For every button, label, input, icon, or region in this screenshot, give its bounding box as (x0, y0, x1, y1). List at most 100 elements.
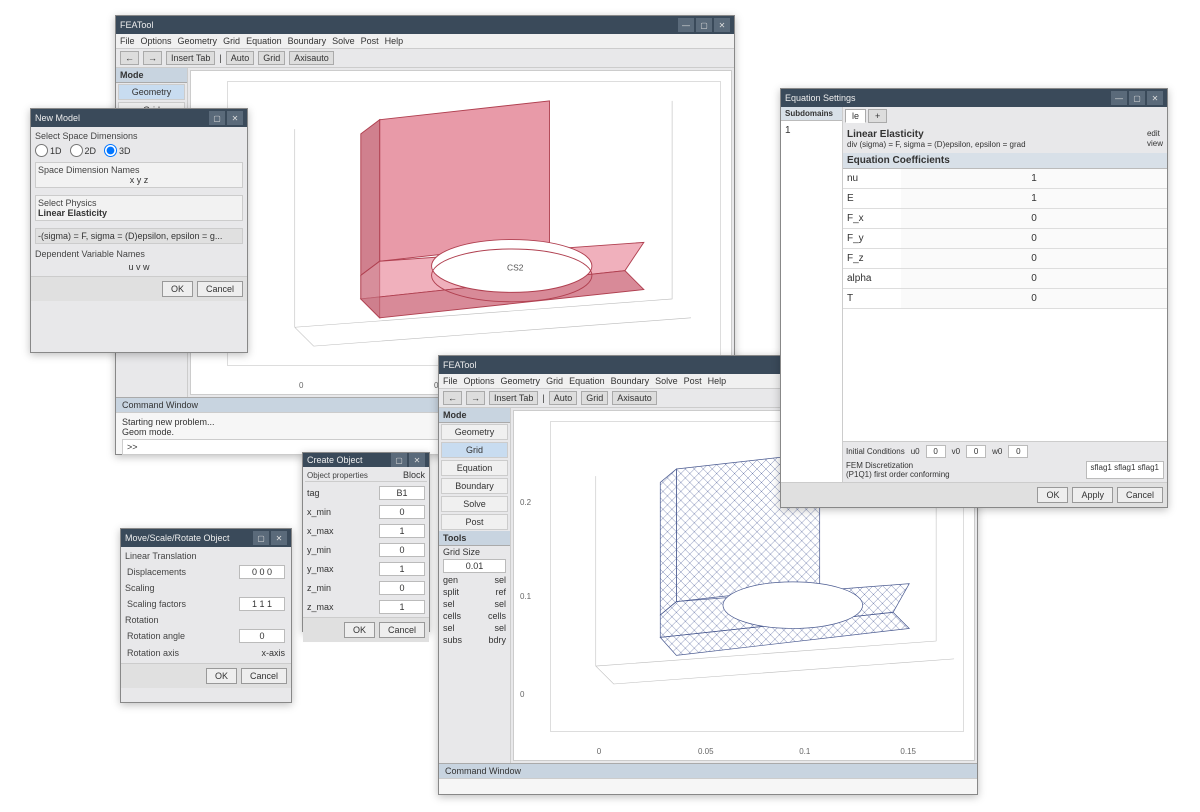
view-link[interactable]: view (1147, 139, 1163, 148)
close-icon[interactable]: ✕ (714, 18, 730, 32)
subdomain-item[interactable]: 1 (781, 121, 842, 496)
grid-button[interactable]: Grid (258, 51, 285, 65)
close-icon[interactable]: ✕ (1147, 91, 1163, 105)
axisauto-button[interactable]: Axisauto (612, 391, 657, 405)
row-input[interactable]: 1 (379, 600, 425, 614)
mode-equation[interactable]: Equation (441, 460, 508, 476)
ok-button[interactable]: OK (162, 281, 193, 297)
init-w0-input[interactable]: 0 (1008, 445, 1028, 458)
init-v0-input[interactable]: 0 (966, 445, 986, 458)
coeff-input[interactable]: 0 (901, 209, 1167, 228)
maximize-icon[interactable]: ▢ (391, 453, 407, 467)
menu-file[interactable]: File (120, 36, 135, 46)
coeff-input[interactable]: 0 (901, 229, 1167, 248)
fem-input[interactable]: sflag1 sflag1 sflag1 (1086, 461, 1165, 479)
menu-grid[interactable]: Grid (546, 376, 563, 386)
nav-fwd-icon[interactable]: → (143, 51, 162, 65)
menu-options[interactable]: Options (464, 376, 495, 386)
row-input[interactable]: 1 (379, 562, 425, 576)
init-u0-input[interactable]: 0 (926, 445, 946, 458)
displacements-input[interactable]: 0 0 0 (239, 565, 285, 579)
mode-geometry[interactable]: Geometry (441, 424, 508, 440)
menu-help[interactable]: Help (708, 376, 727, 386)
minimize-icon[interactable]: — (678, 18, 694, 32)
plot-3d-geometry[interactable]: CS2 0.2 0.1 0 0 0.05 0.1 (190, 70, 732, 395)
ok-button[interactable]: OK (206, 668, 237, 684)
auto-button[interactable]: Auto (226, 51, 255, 65)
menu-boundary[interactable]: Boundary (288, 36, 327, 46)
rotation-angle-input[interactable]: 0 (239, 629, 285, 643)
close-icon[interactable]: ✕ (409, 453, 425, 467)
coeff-input[interactable]: 1 (901, 189, 1167, 208)
menu-grid[interactable]: Grid (223, 36, 240, 46)
menu-options[interactable]: Options (141, 36, 172, 46)
menu-solve[interactable]: Solve (655, 376, 678, 386)
tool-row[interactable]: gensel (439, 574, 510, 586)
menu-geometry[interactable]: Geometry (501, 376, 541, 386)
tool-row[interactable]: selsel (439, 598, 510, 610)
titlebar[interactable]: Equation Settings — ▢ ✕ (781, 89, 1167, 107)
row-input[interactable]: 0 (379, 505, 425, 519)
nav-fwd-icon[interactable]: → (466, 391, 485, 405)
cancel-button[interactable]: Cancel (241, 668, 287, 684)
cancel-button[interactable]: Cancel (197, 281, 243, 297)
mode-boundary[interactable]: Boundary (441, 478, 508, 494)
ok-button[interactable]: OK (1037, 487, 1068, 503)
maximize-icon[interactable]: ▢ (253, 531, 269, 545)
cancel-button[interactable]: Cancel (1117, 487, 1163, 503)
menu-post[interactable]: Post (361, 36, 379, 46)
row-input[interactable]: B1 (379, 486, 425, 500)
mode-solve[interactable]: Solve (441, 496, 508, 512)
coeff-input[interactable]: 1 (901, 169, 1167, 188)
ok-button[interactable]: OK (344, 622, 375, 638)
scaling-input[interactable]: 1 1 1 (239, 597, 285, 611)
menu-equation[interactable]: Equation (246, 36, 282, 46)
menu-file[interactable]: File (443, 376, 458, 386)
maximize-icon[interactable]: ▢ (209, 111, 225, 125)
mode-geometry[interactable]: Geometry (118, 84, 185, 100)
menu-solve[interactable]: Solve (332, 36, 355, 46)
insert-tab-button[interactable]: Insert Tab (166, 51, 215, 65)
menu-equation[interactable]: Equation (569, 376, 605, 386)
apply-button[interactable]: Apply (1072, 487, 1113, 503)
insert-tab-button[interactable]: Insert Tab (489, 391, 538, 405)
maximize-icon[interactable]: ▢ (1129, 91, 1145, 105)
row-input[interactable]: 1 (379, 524, 425, 538)
space-dim-radio[interactable]: 1D 2D 3D (35, 144, 243, 157)
grid-size-input[interactable]: 0.01 (443, 559, 506, 573)
close-icon[interactable]: ✕ (227, 111, 243, 125)
tool-row[interactable]: splitref (439, 586, 510, 598)
mode-post[interactable]: Post (441, 514, 508, 530)
menu-boundary[interactable]: Boundary (611, 376, 650, 386)
cancel-button[interactable]: Cancel (379, 622, 425, 638)
tool-row[interactable]: selsel (439, 622, 510, 634)
tool-row[interactable]: cellscells (439, 610, 510, 622)
coeff-input[interactable]: 0 (901, 269, 1167, 288)
command-window[interactable] (439, 778, 977, 794)
grid-button[interactable]: Grid (581, 391, 608, 405)
titlebar[interactable]: Move/Scale/Rotate Object ▢ ✕ (121, 529, 291, 547)
menu-help[interactable]: Help (385, 36, 404, 46)
nav-back-icon[interactable]: ← (120, 51, 139, 65)
coeff-input[interactable]: 0 (901, 289, 1167, 308)
minimize-icon[interactable]: — (1111, 91, 1127, 105)
titlebar[interactable]: Create Object ▢ ✕ (303, 453, 429, 467)
tab-le[interactable]: le (845, 109, 866, 123)
tool-row[interactable]: subsbdry (439, 634, 510, 646)
titlebar[interactable]: FEATool — ▢ ✕ (116, 16, 734, 34)
menu-geometry[interactable]: Geometry (178, 36, 218, 46)
titlebar[interactable]: New Model ▢ ✕ (31, 109, 247, 127)
close-icon[interactable]: ✕ (271, 531, 287, 545)
axisauto-button[interactable]: Axisauto (289, 51, 334, 65)
coeff-input[interactable]: 0 (901, 249, 1167, 268)
row-input[interactable]: 0 (379, 581, 425, 595)
edit-link[interactable]: edit (1147, 129, 1163, 138)
menu-post[interactable]: Post (684, 376, 702, 386)
maximize-icon[interactable]: ▢ (696, 18, 712, 32)
auto-button[interactable]: Auto (549, 391, 578, 405)
mode-grid[interactable]: Grid (441, 442, 508, 458)
rotation-axis-value[interactable]: x-axis (261, 648, 285, 658)
nav-back-icon[interactable]: ← (443, 391, 462, 405)
row-input[interactable]: 0 (379, 543, 425, 557)
tab-add[interactable]: + (868, 109, 887, 123)
